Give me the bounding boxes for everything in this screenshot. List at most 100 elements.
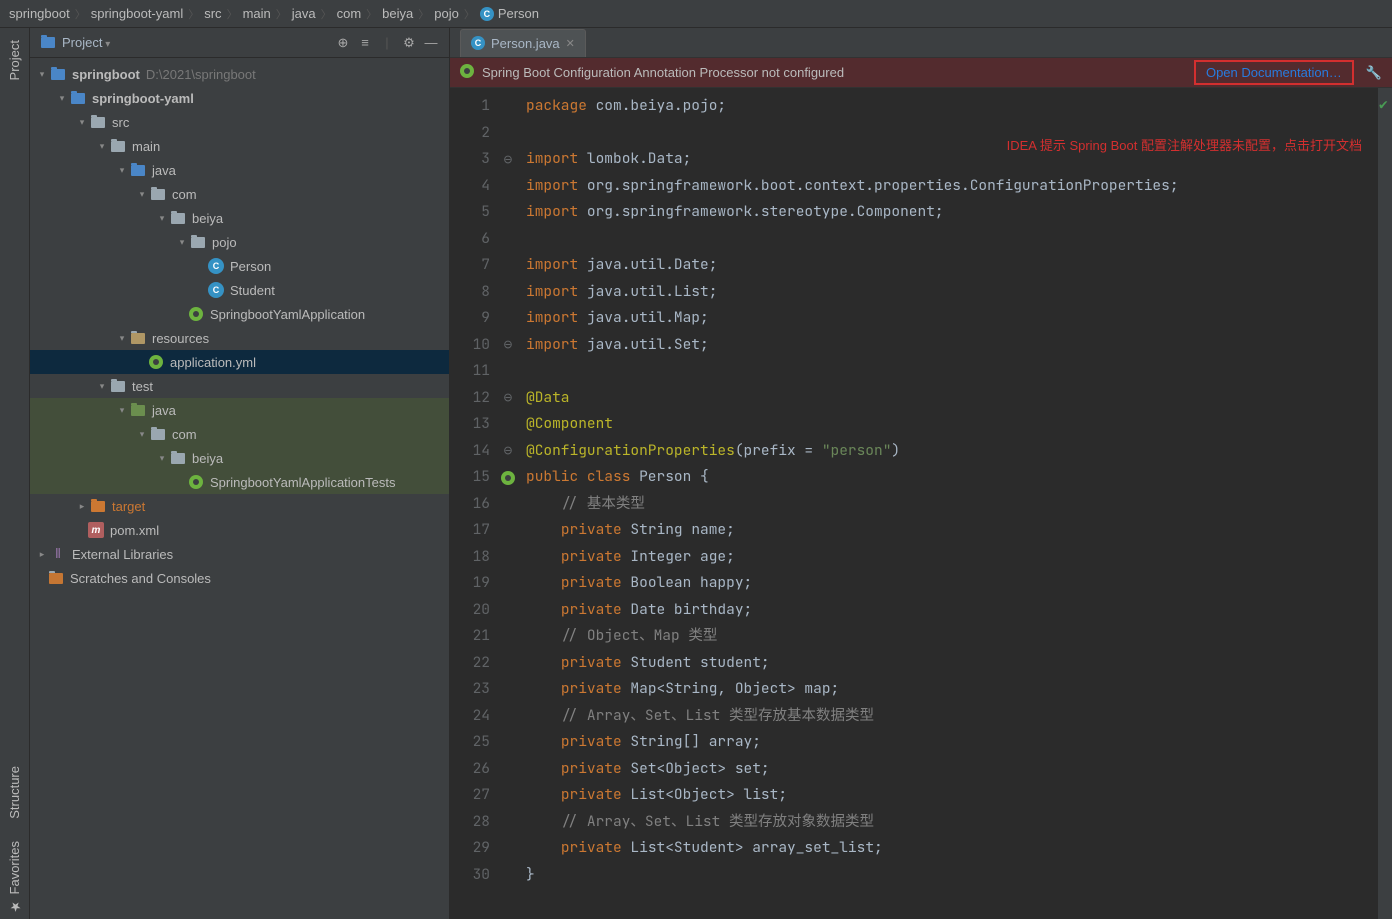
sidebar-tab-structure[interactable]: Structure — [5, 760, 24, 825]
project-tree[interactable]: ▾ springboot D:\2021\springboot ▾ spring… — [30, 58, 449, 919]
target-icon[interactable]: ⊕ — [335, 35, 351, 51]
settings-icon[interactable]: ⚙ — [401, 35, 417, 51]
code-line[interactable]: private String name; — [526, 517, 1378, 544]
code-line[interactable]: package com.beiya.pojo; — [526, 93, 1378, 120]
chevron-down-icon[interactable]: ▾ — [116, 332, 128, 344]
code-line[interactable]: @ConfigurationProperties(prefix = "perso… — [526, 438, 1378, 465]
code-line[interactable]: @Data — [526, 385, 1378, 412]
code-line[interactable]: import org.springframework.boot.context.… — [526, 173, 1378, 200]
tree-node-beiya[interactable]: ▾ beiya — [30, 206, 449, 230]
tree-node-test-java[interactable]: ▾ java — [30, 398, 449, 422]
code-line[interactable]: import org.springframework.stereotype.Co… — [526, 199, 1378, 226]
tree-node-test[interactable]: ▾ test — [30, 374, 449, 398]
code-line[interactable]: private Boolean happy; — [526, 570, 1378, 597]
error-stripe[interactable]: ✔ — [1378, 88, 1392, 919]
tree-node-person[interactable]: C Person — [30, 254, 449, 278]
code-line[interactable]: // Object、Map 类型 — [526, 623, 1378, 650]
package-icon — [190, 234, 206, 250]
code-line[interactable]: private Student student; — [526, 650, 1378, 677]
chevron-down-icon[interactable]: ▾ — [96, 380, 108, 392]
code-line[interactable] — [526, 358, 1378, 385]
code-line[interactable]: private String[] array; — [526, 729, 1378, 756]
code-line[interactable]: private List<Object> list; — [526, 782, 1378, 809]
code-line[interactable]: private Map<String, Object> map; — [526, 676, 1378, 703]
code-line[interactable]: // Array、Set、List 类型存放基本数据类型 — [526, 703, 1378, 730]
tree-node-main[interactable]: ▾ main — [30, 134, 449, 158]
expand-all-icon[interactable]: ≡ — [357, 35, 373, 51]
close-tab-icon[interactable]: ✕ — [566, 37, 575, 50]
inspection-ok-icon: ✔ — [1379, 92, 1388, 119]
breadcrumb-item[interactable]: com — [334, 6, 365, 21]
code-line[interactable]: import java.util.Set; — [526, 332, 1378, 359]
chevron-down-icon[interactable]: ▾ — [56, 92, 68, 104]
breadcrumb-item[interactable]: main — [240, 6, 274, 21]
chevron-down-icon[interactable]: ▾ — [136, 428, 148, 440]
code-line[interactable] — [526, 226, 1378, 253]
chevron-down-icon[interactable]: ▾ — [76, 116, 88, 128]
code-line[interactable]: // Array、Set、List 类型存放对象数据类型 — [526, 809, 1378, 836]
tree-node-com[interactable]: ▾ com — [30, 182, 449, 206]
resources-folder-icon — [130, 330, 146, 346]
tree-node-test-beiya[interactable]: ▾ beiya — [30, 446, 449, 470]
tree-node-resources[interactable]: ▾ resources — [30, 326, 449, 350]
code-editor[interactable]: 1234567891011121314151617181920212223242… — [450, 88, 1392, 919]
tree-node-target[interactable]: ▸ target — [30, 494, 449, 518]
sidebar-tab-favorites[interactable]: ★ Favorites — [5, 835, 24, 919]
code-line[interactable]: private Date birthday; — [526, 597, 1378, 624]
chevron-down-icon[interactable]: ▾ — [136, 188, 148, 200]
tree-node-pojo[interactable]: ▾ pojo — [30, 230, 449, 254]
code-line[interactable]: private Set<Object> set; — [526, 756, 1378, 783]
breadcrumb-item[interactable]: CPerson — [477, 6, 542, 21]
chevron-down-icon[interactable]: ▾ — [156, 212, 168, 224]
wrench-icon[interactable]: 🔧 — [1366, 65, 1382, 81]
chevron-down-icon[interactable]: ▾ — [96, 140, 108, 152]
chevron-right-icon[interactable]: ▸ — [36, 548, 48, 560]
fold-icon[interactable]: ⊖ — [500, 391, 516, 407]
breadcrumb-item[interactable]: pojo — [431, 6, 462, 21]
class-icon: C — [480, 7, 494, 21]
tree-node-test-com[interactable]: ▾ com — [30, 422, 449, 446]
tree-node-src[interactable]: ▾ src — [30, 110, 449, 134]
code-line[interactable]: import java.util.Map; — [526, 305, 1378, 332]
hide-icon[interactable]: — — [423, 35, 439, 51]
code-line[interactable]: public class Person { — [526, 464, 1378, 491]
chevron-down-icon[interactable]: ▾ — [36, 68, 48, 80]
code-line[interactable]: @Component — [526, 411, 1378, 438]
fold-icon[interactable]: ⊖ — [500, 444, 516, 460]
tree-node-external-libraries[interactable]: ▸ ⫴ External Libraries — [30, 542, 449, 566]
fold-icon[interactable]: ⊖ — [500, 338, 516, 354]
breadcrumb-item[interactable]: java — [289, 6, 319, 21]
code-line[interactable]: private Integer age; — [526, 544, 1378, 571]
project-panel: Project ⊕ ≡ | ⚙ — ▾ springboot D:\2021\s… — [30, 28, 450, 919]
tree-node-springboot-yaml[interactable]: ▾ springboot-yaml — [30, 86, 449, 110]
project-view-dropdown[interactable]: Project — [62, 35, 110, 50]
spring-boot-gutter-icon[interactable] — [500, 470, 516, 486]
chevron-down-icon[interactable]: ▾ — [116, 164, 128, 176]
tree-node-student[interactable]: C Student — [30, 278, 449, 302]
tree-node-springboot-app[interactable]: SpringbootYamlApplication — [30, 302, 449, 326]
breadcrumb-item[interactable]: beiya — [379, 6, 416, 21]
fold-icon[interactable]: ⊖ — [500, 152, 516, 168]
project-panel-header: Project ⊕ ≡ | ⚙ — — [30, 28, 449, 58]
code-line[interactable]: } — [526, 862, 1378, 889]
breadcrumb-item[interactable]: springboot-yaml — [88, 6, 187, 21]
tree-node-springboot-tests[interactable]: SpringbootYamlApplicationTests — [30, 470, 449, 494]
tree-node-pom[interactable]: m pom.xml — [30, 518, 449, 542]
code-line[interactable]: import java.util.Date; — [526, 252, 1378, 279]
chevron-down-icon[interactable]: ▾ — [176, 236, 188, 248]
breadcrumb-item[interactable]: springboot — [6, 6, 73, 21]
tree-node-springboot[interactable]: ▾ springboot D:\2021\springboot — [30, 62, 449, 86]
chevron-down-icon[interactable]: ▾ — [156, 452, 168, 464]
breadcrumb-item[interactable]: src — [201, 6, 224, 21]
tree-node-java[interactable]: ▾ java — [30, 158, 449, 182]
tree-node-application-yml[interactable]: application.yml — [30, 350, 449, 374]
tree-node-scratches[interactable]: Scratches and Consoles — [30, 566, 449, 590]
editor-tab-person[interactable]: C Person.java ✕ — [460, 29, 586, 57]
chevron-down-icon[interactable]: ▾ — [116, 404, 128, 416]
open-documentation-link[interactable]: Open Documentation… — [1206, 65, 1342, 80]
chevron-right-icon[interactable]: ▸ — [76, 500, 88, 512]
code-line[interactable]: import java.util.List; — [526, 279, 1378, 306]
code-line[interactable]: private List<Student> array_set_list; — [526, 835, 1378, 862]
sidebar-tab-project[interactable]: Project — [5, 34, 24, 86]
code-line[interactable]: // 基本类型 — [526, 491, 1378, 518]
